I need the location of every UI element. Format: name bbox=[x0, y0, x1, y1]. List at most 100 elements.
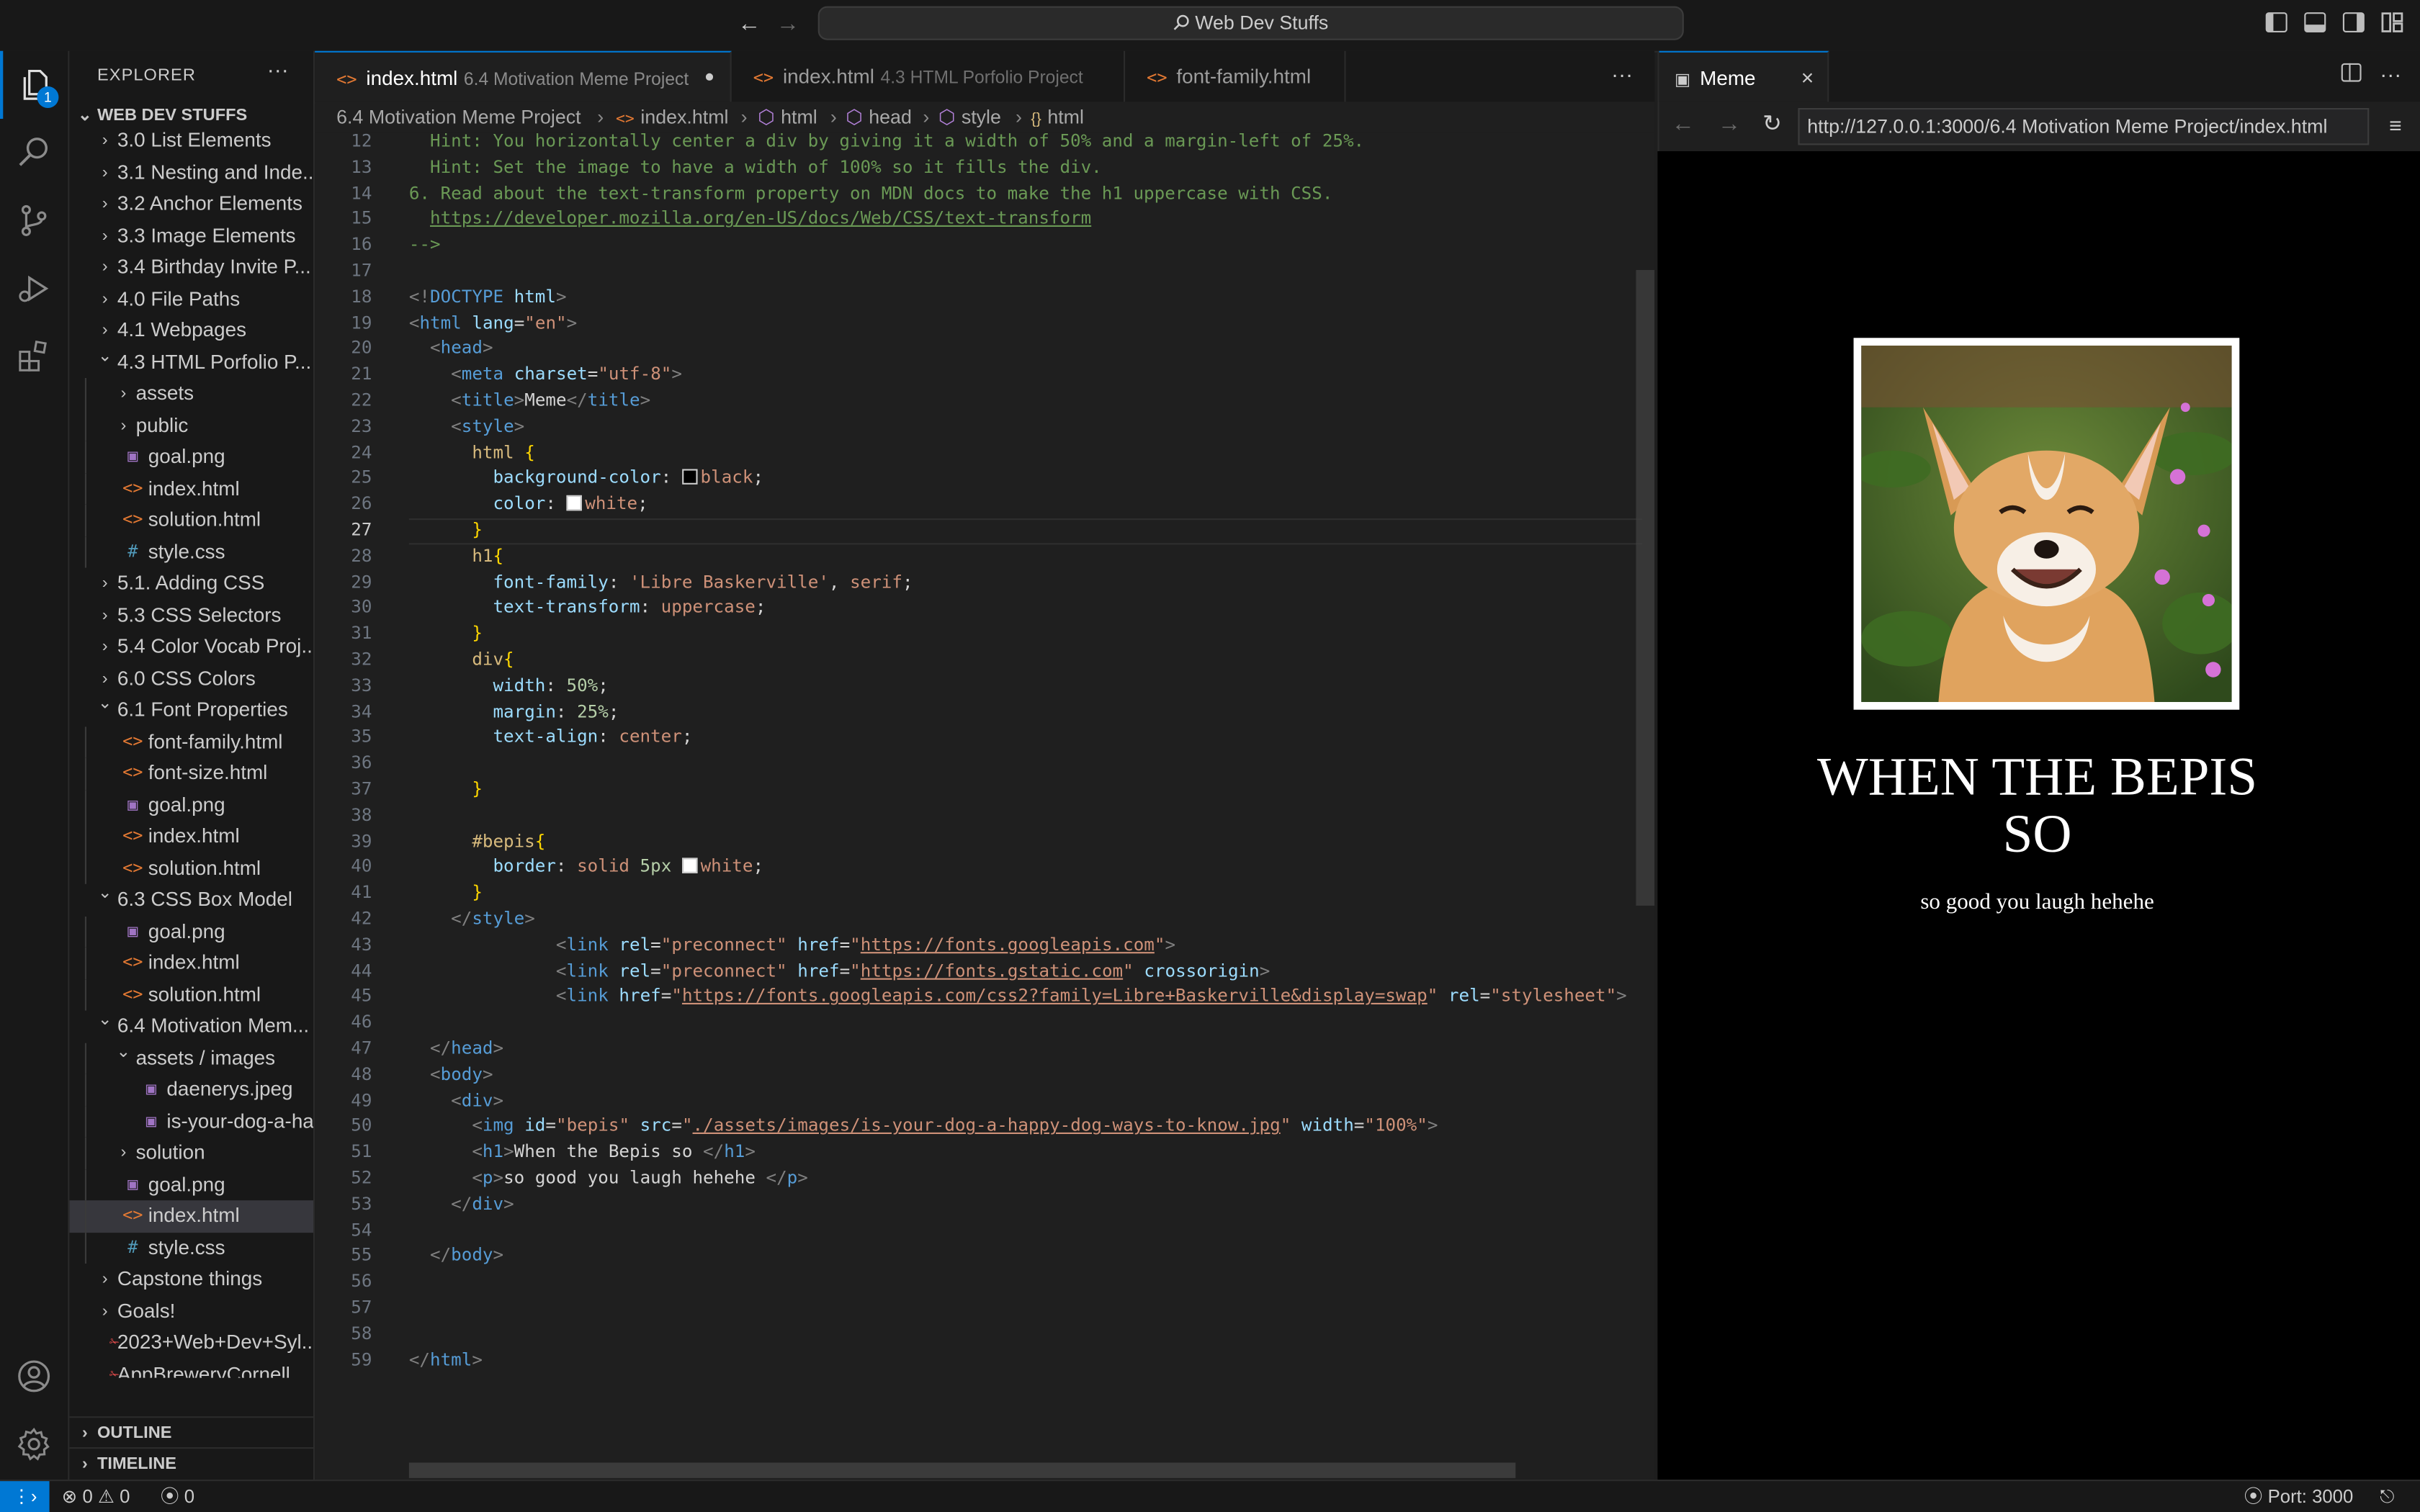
forward-arrow-icon[interactable]: → bbox=[1718, 111, 1741, 137]
back-arrow-icon[interactable]: ← bbox=[738, 11, 761, 37]
tree-file[interactable]: # style.css bbox=[69, 536, 313, 568]
remote-indicator-icon[interactable]: ⋮› bbox=[0, 1481, 50, 1512]
breadcrumb-head[interactable]: ⬡ head bbox=[846, 102, 912, 132]
tree-file[interactable]: <> index.html bbox=[69, 1200, 314, 1233]
forward-arrow-icon[interactable]: → bbox=[776, 11, 799, 37]
explorer-icon[interactable] bbox=[0, 51, 68, 119]
tree-file[interactable]: <> index.html bbox=[69, 947, 313, 979]
code-editor[interactable]: 12 Hint: You horizontally center a div b… bbox=[315, 132, 1655, 1480]
tree-folder[interactable]: ⌄ 4.3 HTML Porfolio P... bbox=[69, 346, 313, 378]
toggle-primary-sidebar-icon[interactable] bbox=[2265, 12, 2287, 32]
tree-folder[interactable]: › 6.0 CSS Colors bbox=[69, 662, 313, 694]
tree-file[interactable]: ▣ daenerys.jpeg bbox=[69, 1074, 313, 1106]
html-file-icon: <> bbox=[122, 825, 143, 846]
tree-file[interactable]: ▣ goal.png bbox=[69, 915, 313, 948]
search-icon[interactable] bbox=[0, 119, 68, 186]
code-token: > bbox=[493, 1038, 504, 1058]
vertical-scrollbar[interactable] bbox=[1636, 270, 1655, 906]
customize-layout-icon[interactable] bbox=[2381, 12, 2403, 32]
breadcrumb-style[interactable]: ⬡ style bbox=[938, 102, 1001, 132]
tab-preview-meme[interactable]: ▣ Meme × bbox=[1659, 50, 1829, 104]
live-server-port[interactable]: ⦿ Port: 3000 bbox=[2244, 1481, 2354, 1512]
breadcrumb-selector[interactable]: {} html bbox=[1031, 102, 1084, 135]
breadcrumb-folder[interactable]: 6.4 Motivation Meme Project bbox=[336, 102, 581, 132]
reload-icon[interactable]: ↻ bbox=[1762, 109, 1782, 137]
tree-file[interactable]: <> font-size.html bbox=[69, 757, 313, 790]
tree-folder[interactable]: › assets bbox=[69, 378, 313, 410]
tree-file[interactable]: ▣ goal.png bbox=[69, 441, 313, 473]
tree-file[interactable]: ✁ 2023+Web+Dev+Syl... bbox=[69, 1327, 313, 1359]
tree-folder[interactable]: ⌄ assets / images bbox=[69, 1042, 313, 1074]
run-debug-icon[interactable] bbox=[0, 255, 68, 323]
tree-item-label: 4.1 Webpages bbox=[117, 318, 247, 341]
extensions-icon[interactable] bbox=[0, 323, 68, 390]
color-swatch-icon[interactable] bbox=[681, 858, 698, 874]
tree-folder[interactable]: › 3.4 Birthday Invite P... bbox=[69, 251, 313, 283]
tabs-more-icon[interactable]: ··· bbox=[1611, 62, 1633, 86]
tree-folder[interactable]: › Goals! bbox=[69, 1295, 313, 1327]
tree-folder[interactable]: › Capstone things bbox=[69, 1264, 313, 1295]
tab-index-portfolio[interactable]: <> index.html 4.3 HTML Porfolio Project bbox=[732, 50, 1126, 102]
tree-folder[interactable]: › 3.3 Image Elements bbox=[69, 220, 313, 251]
tree-folder[interactable]: › 3.0 List Elements bbox=[69, 125, 313, 157]
toggle-panel-icon[interactable] bbox=[2304, 12, 2326, 32]
tree-file[interactable]: <> font-family.html bbox=[69, 726, 313, 758]
tab-index-motivation[interactable]: <> index.html 6.4 Motivation Meme Project … bbox=[315, 50, 732, 104]
tree-folder[interactable]: › public bbox=[69, 409, 313, 441]
tree-file[interactable]: ▣ goal.png bbox=[69, 789, 313, 821]
source-control-icon[interactable] bbox=[0, 186, 68, 254]
outline-section[interactable]: › OUTLINE bbox=[69, 1416, 314, 1449]
color-swatch-icon[interactable] bbox=[681, 469, 698, 485]
explorer-sidebar: EXPLORER ··· ⌄ WEB DEV STUFFS › 3.0 List … bbox=[69, 50, 315, 1480]
tree-folder[interactable]: › 4.1 Webpages bbox=[69, 315, 313, 346]
tree-file[interactable]: ✁ AppBreweryCornell... bbox=[69, 1359, 313, 1378]
split-editor-icon[interactable] bbox=[2341, 63, 2362, 82]
more-actions-icon[interactable]: ··· bbox=[267, 57, 289, 81]
menu-icon[interactable]: ≡ bbox=[2389, 112, 2402, 137]
problems-indicator[interactable]: ⊗ 0 ⚠ 0 bbox=[62, 1481, 130, 1512]
account-icon[interactable] bbox=[0, 1342, 68, 1410]
tree-file[interactable]: <> solution.html bbox=[69, 978, 313, 1011]
line-content: Hint: You horizontally center a div by g… bbox=[409, 132, 1364, 156]
code-token: href bbox=[797, 935, 840, 955]
tree-folder[interactable]: › solution bbox=[69, 1137, 313, 1169]
toggle-secondary-sidebar-icon[interactable] bbox=[2342, 12, 2365, 32]
tree-folder[interactable]: › 5.3 CSS Selectors bbox=[69, 600, 313, 631]
more-actions-icon[interactable]: ··· bbox=[2380, 62, 2401, 86]
back-arrow-icon[interactable]: ← bbox=[1672, 111, 1695, 137]
command-center-search[interactable]: Web Dev Stuffs bbox=[817, 6, 1684, 40]
url-input[interactable]: http://127.0.0.1:3000/6.4 Motivation Mem… bbox=[1798, 108, 2370, 145]
tree-file[interactable]: # style.css bbox=[69, 1232, 313, 1264]
tree-folder[interactable]: ⌄ 6.1 Font Properties bbox=[69, 694, 313, 726]
color-swatch-icon[interactable] bbox=[566, 495, 582, 511]
indent-guide bbox=[84, 978, 86, 1011]
gear-icon[interactable] bbox=[0, 1410, 68, 1478]
preview-nav-bar: ← → ↻ http://127.0.0.1:3000/6.4 Motivati… bbox=[1657, 102, 2420, 151]
horizontal-scrollbar[interactable] bbox=[408, 1462, 1516, 1478]
breadcrumb-html[interactable]: ⬡ html bbox=[758, 102, 817, 132]
tree-folder[interactable]: › 4.0 File Paths bbox=[69, 283, 313, 315]
tree-folder[interactable]: ⌄ 6.4 Motivation Mem... bbox=[69, 1011, 313, 1043]
tree-file[interactable]: ▣ is-your-dog-a-ha... bbox=[69, 1105, 313, 1138]
tree-folder[interactable]: › 3.1 Nesting and Inde... bbox=[69, 157, 313, 189]
breadcrumb-file[interactable]: <> index.html bbox=[616, 102, 728, 135]
tree-file[interactable]: <> solution.html bbox=[69, 504, 313, 536]
tree-file[interactable]: <> solution.html bbox=[69, 852, 313, 884]
unsaved-dot-icon[interactable]: ● bbox=[704, 53, 714, 104]
ports-indicator[interactable]: ⦿ 0 bbox=[161, 1481, 194, 1512]
close-icon[interactable]: × bbox=[1801, 53, 1814, 104]
timeline-section[interactable]: › TIMELINE bbox=[69, 1446, 314, 1480]
tree-file[interactable]: <> index.html bbox=[69, 821, 313, 852]
meme-paragraph: so good you laugh hehehe bbox=[1920, 890, 2154, 915]
tree-file[interactable]: <> index.html bbox=[69, 472, 313, 505]
tree-folder[interactable]: ⌄ 6.3 CSS Box Model bbox=[69, 884, 313, 916]
tree-file[interactable]: ▣ goal.png bbox=[69, 1169, 313, 1201]
code-token: link bbox=[566, 986, 609, 1007]
tree-folder[interactable]: › 5.4 Color Vocab Proj... bbox=[69, 631, 313, 662]
tree-folder[interactable]: › 5.1. Adding CSS bbox=[69, 568, 313, 600]
tab-font-family[interactable]: <> font-family.html bbox=[1125, 50, 1346, 102]
bell-icon[interactable]: ⎋ bbox=[2380, 1481, 2394, 1512]
tree-folder[interactable]: › 3.2 Anchor Elements bbox=[69, 188, 313, 220]
code-token: --> bbox=[408, 235, 441, 255]
